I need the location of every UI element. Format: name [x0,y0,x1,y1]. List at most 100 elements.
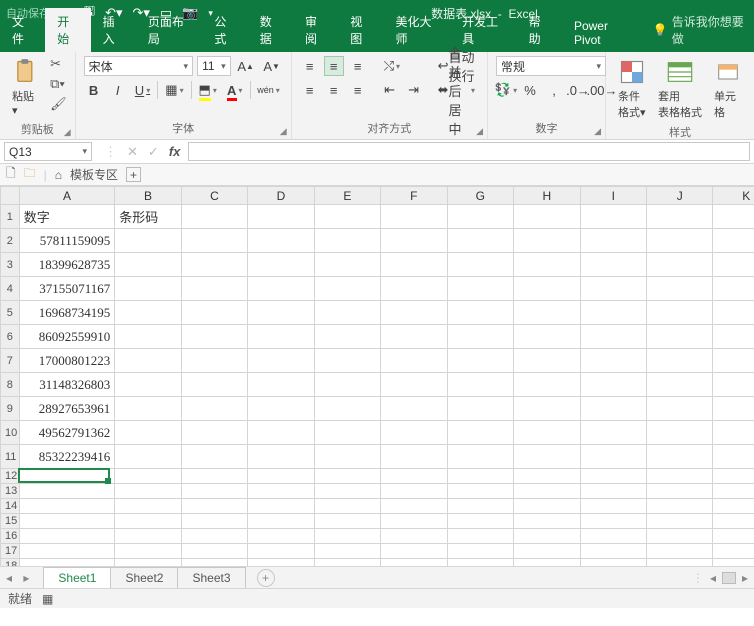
cell[interactable] [514,301,580,325]
cell[interactable] [248,253,314,277]
cell[interactable] [646,529,712,544]
cell[interactable] [580,397,646,421]
cell[interactable] [646,205,712,229]
col-header[interactable]: D [248,187,314,205]
row-header[interactable]: 1 [1,205,20,229]
clipboard-launcher-icon[interactable]: ◢ [64,127,71,138]
cell[interactable]: 18399628735 [19,253,115,277]
cell[interactable] [115,373,181,397]
cell[interactable] [514,205,580,229]
cell[interactable] [115,277,181,301]
cells-table[interactable]: A B C D E F G H I J K 1数字条形码257811159095… [0,186,754,566]
col-header[interactable]: H [514,187,580,205]
cell[interactable] [248,559,314,567]
align-left-icon[interactable]: ≡ [300,80,320,100]
cell[interactable] [248,514,314,529]
cell[interactable] [580,484,646,499]
cell[interactable] [115,514,181,529]
cell[interactable] [514,484,580,499]
cell[interactable]: 86092559910 [19,325,115,349]
cell[interactable] [381,253,447,277]
cell[interactable] [381,499,447,514]
format-painter-icon[interactable]: 🖌 [50,96,67,112]
cell[interactable] [580,277,646,301]
cell[interactable] [713,529,754,544]
cell[interactable] [447,277,513,301]
cell[interactable] [580,445,646,469]
cell[interactable] [181,499,247,514]
row-header[interactable]: 2 [1,229,20,253]
cell[interactable] [514,325,580,349]
cell[interactable] [248,499,314,514]
col-header[interactable]: G [447,187,513,205]
cell[interactable] [115,253,181,277]
cell[interactable] [248,421,314,445]
cell[interactable] [580,301,646,325]
tab-data[interactable]: 数据 [248,8,293,52]
cell[interactable] [248,544,314,559]
cell[interactable] [248,373,314,397]
tab-page-layout[interactable]: 页面布局 [136,8,203,52]
worksheet-grid[interactable]: A B C D E F G H I J K 1数字条形码257811159095… [0,186,754,566]
align-center-icon[interactable]: ≡ [324,80,344,100]
number-launcher-icon[interactable]: ◢ [594,126,601,137]
cell[interactable] [713,277,754,301]
comma-format-icon[interactable]: , [544,80,564,100]
cell[interactable] [447,445,513,469]
cell[interactable] [314,499,380,514]
row-header[interactable]: 11 [1,445,20,469]
align-bottom-icon[interactable]: ≡ [348,56,368,76]
tab-review[interactable]: 审阅 [293,8,338,52]
cell[interactable] [381,445,447,469]
cell[interactable] [248,469,314,484]
cell[interactable] [580,205,646,229]
cell[interactable] [181,229,247,253]
cell[interactable] [514,373,580,397]
cell[interactable] [314,421,380,445]
insert-function-icon[interactable]: fx [169,144,181,159]
cell[interactable] [314,469,380,484]
col-header[interactable]: C [181,187,247,205]
cell[interactable] [115,559,181,567]
cell[interactable] [447,325,513,349]
cell[interactable] [314,544,380,559]
fill-color-button[interactable]: ⬒▾ [196,80,220,100]
cell[interactable] [181,559,247,567]
cell[interactable] [181,514,247,529]
cell[interactable] [248,301,314,325]
cell[interactable] [646,349,712,373]
cell[interactable] [447,301,513,325]
cell[interactable] [115,325,181,349]
name-box[interactable]: Q13▾ [4,142,92,161]
cell[interactable] [19,469,115,484]
cell[interactable]: 17000801223 [19,349,115,373]
cell[interactable] [514,421,580,445]
cell[interactable] [248,205,314,229]
align-right-icon[interactable]: ≡ [348,80,368,100]
cell[interactable] [181,445,247,469]
increase-decimal-icon[interactable]: .0→ [568,80,588,100]
cell[interactable] [447,559,513,567]
cell[interactable] [580,349,646,373]
cell[interactable] [713,421,754,445]
new-sheet-button[interactable]: + [257,569,275,587]
col-header[interactable]: F [381,187,447,205]
cell[interactable] [646,559,712,567]
macro-record-icon[interactable]: ▦ [42,592,53,606]
cell[interactable] [447,514,513,529]
cell[interactable] [248,445,314,469]
underline-button[interactable]: U▾ [132,80,154,100]
cell[interactable] [314,397,380,421]
cell[interactable] [514,277,580,301]
cell[interactable] [381,349,447,373]
row-header[interactable]: 10 [1,421,20,445]
cell[interactable] [580,544,646,559]
cell[interactable] [19,544,115,559]
sheet-tab[interactable]: Sheet1 [43,567,111,588]
cell[interactable]: 57811159095 [19,229,115,253]
increase-font-icon[interactable]: A▲ [235,56,257,76]
tab-home[interactable]: 开始 [45,8,90,52]
cell[interactable]: 37155071167 [19,277,115,301]
cell[interactable] [713,373,754,397]
cell[interactable] [381,397,447,421]
